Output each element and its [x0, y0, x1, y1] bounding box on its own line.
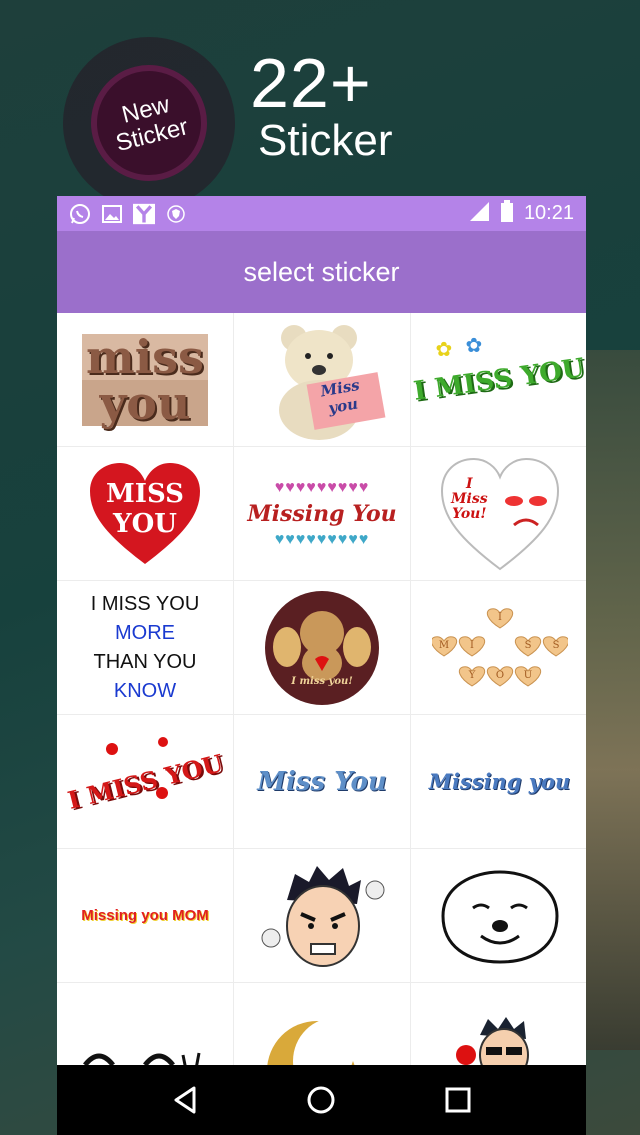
hearts-row-bottom: ♥♥♥♥♥♥♥♥♥ — [274, 530, 370, 548]
sticker-text: MISS — [106, 479, 184, 509]
sticker-text: THAN YOU — [93, 650, 197, 673]
red-dot — [157, 737, 168, 747]
sticker-letter: I — [470, 640, 474, 651]
home-button[interactable] — [301, 1080, 341, 1120]
sticker-missing-you-mom[interactable]: Missing you MOM — [57, 849, 233, 982]
promo-count: 22+ — [250, 44, 372, 122]
app-bar: select sticker — [57, 231, 586, 313]
sticker-grid: miss you Miss you ✿ ✿ I M ISS YOU MISS YO… — [57, 313, 586, 1065]
sticker-text: Missing You — [247, 500, 397, 527]
sticker-text: you — [82, 379, 208, 426]
sticker-more-than-you-know[interactable]: I MISS YOU MORE THAN YOU KNOW — [57, 581, 233, 714]
sticker-i-miss-you-green[interactable]: ✿ ✿ I MISS YOU — [411, 313, 586, 446]
sticker-letter: U — [523, 670, 531, 681]
sticker-text: I MISS YOU — [90, 592, 200, 615]
sticker-letter: Y — [467, 670, 475, 681]
gallery-icon — [101, 203, 123, 225]
sticker-heart-letters[interactable]: I M I S S Y O U — [411, 581, 586, 714]
sticker-text: YOU — [113, 509, 177, 539]
recents-icon — [445, 1087, 471, 1113]
status-time: 10:21 — [523, 202, 574, 224]
home-icon — [307, 1086, 335, 1114]
shield-icon — [165, 203, 187, 225]
sticker-heart-miss-you[interactable]: MISS YOU — [57, 447, 233, 580]
sticker-letter: I — [498, 612, 502, 623]
promo-label: Sticker — [258, 116, 393, 165]
sticker-teddy-miss-you[interactable]: Miss you — [234, 313, 410, 446]
signal-icon — [468, 200, 490, 228]
sticker-text: You! — [452, 506, 487, 522]
sticker-missing-you-blue[interactable]: Missing you — [411, 715, 586, 848]
sticker-text: Miss You — [257, 766, 387, 797]
sticker-text: Miss — [451, 491, 488, 507]
sticker-boy-with-rose[interactable] — [411, 983, 586, 1065]
sticker-text: KNOW — [113, 679, 177, 702]
sticker-crescent-star[interactable] — [234, 983, 410, 1065]
y-app-icon — [133, 203, 155, 225]
butterfly-icon: ✿ — [465, 334, 483, 357]
sticker-letter: S — [524, 640, 531, 651]
sticker-letter: M — [438, 640, 448, 651]
sticker-red-3d-miss-you[interactable]: I MISS YOU — [57, 715, 233, 848]
back-icon — [174, 1086, 196, 1114]
red-dot — [105, 743, 118, 755]
status-bar: 10:21 — [57, 196, 586, 231]
navigation-bar — [57, 1065, 586, 1135]
recents-button[interactable] — [438, 1080, 478, 1120]
sticker-text: I MISS YOU — [64, 748, 226, 815]
sticker-smiling-dog[interactable] — [411, 849, 586, 982]
hearts-row-top: ♥♥♥♥♥♥♥♥♥ — [274, 478, 370, 496]
sticker-miss-you-blocks[interactable]: miss you — [57, 313, 233, 446]
sticker-letter: S — [552, 640, 559, 651]
butterfly-icon: ✿ — [435, 338, 453, 361]
new-sticker-badge-inner: New Sticker — [78, 52, 220, 194]
sticker-text: I — [466, 476, 473, 492]
sticker-text: MORE — [114, 621, 175, 644]
page-title: select sticker — [243, 256, 400, 287]
sticker-text: Missing you — [428, 769, 571, 794]
sticker-text: Missing you MOM — [81, 907, 209, 924]
new-sticker-badge: New Sticker — [63, 37, 235, 209]
sticker-angry-boy[interactable] — [234, 849, 410, 982]
sticker-laughing-face[interactable] — [57, 983, 233, 1065]
battery-icon — [500, 199, 514, 228]
sticker-letter: O — [495, 670, 503, 681]
sticker-text: miss — [82, 333, 208, 380]
phone-screen: 10:21 select sticker miss you Miss you ✿… — [57, 196, 586, 1135]
sticker-miss-you-blue[interactable]: Miss You — [234, 715, 410, 848]
back-button[interactable] — [165, 1080, 205, 1120]
promo-header: New Sticker 22+ Sticker — [0, 0, 640, 209]
sticker-round-bear[interactable]: I miss you! — [234, 581, 410, 714]
sticker-sad-heart[interactable]: I Miss You! — [411, 447, 586, 580]
sticker-text: I miss you! — [291, 676, 353, 687]
sticker-missing-you-hearts[interactable]: ♥♥♥♥♥♥♥♥♥ Missing You ♥♥♥♥♥♥♥♥♥ — [234, 447, 410, 580]
whatsapp-icon — [69, 203, 91, 225]
